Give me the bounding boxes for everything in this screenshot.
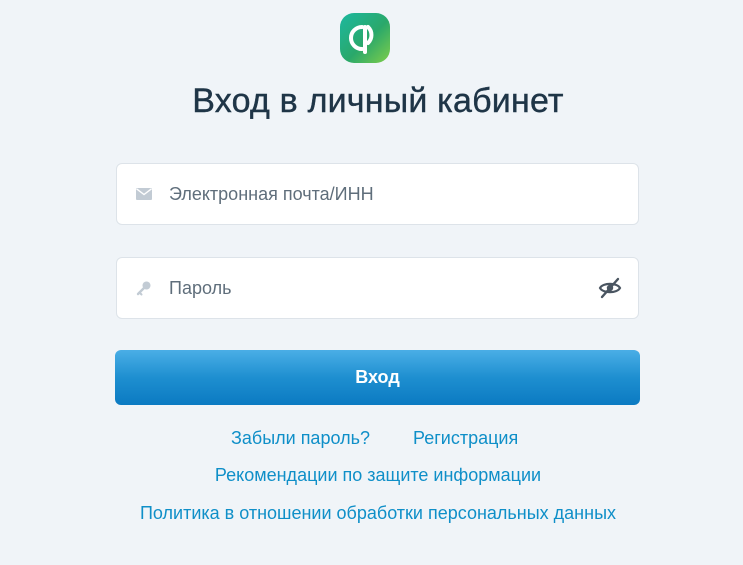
eye-slash-icon[interactable] <box>598 276 622 300</box>
register-link[interactable]: Регистрация <box>413 428 518 449</box>
brand-logo-icon <box>340 13 390 63</box>
login-page: Вход в личный кабинет Вход <box>0 0 743 565</box>
forgot-password-link[interactable]: Забыли пароль? <box>231 428 370 449</box>
login-button[interactable]: Вход <box>115 350 640 405</box>
page-title: Вход в личный кабинет <box>192 82 564 120</box>
email-input[interactable] <box>169 164 589 224</box>
password-input[interactable] <box>169 258 589 318</box>
security-recommendations-link[interactable]: Рекомендации по защите информации <box>0 465 743 486</box>
envelope-icon <box>135 185 153 203</box>
privacy-policy-link[interactable]: Политика в отношении обработки персональ… <box>0 503 743 524</box>
email-field[interactable] <box>116 163 639 225</box>
key-icon <box>135 279 153 297</box>
password-field[interactable] <box>116 257 639 319</box>
